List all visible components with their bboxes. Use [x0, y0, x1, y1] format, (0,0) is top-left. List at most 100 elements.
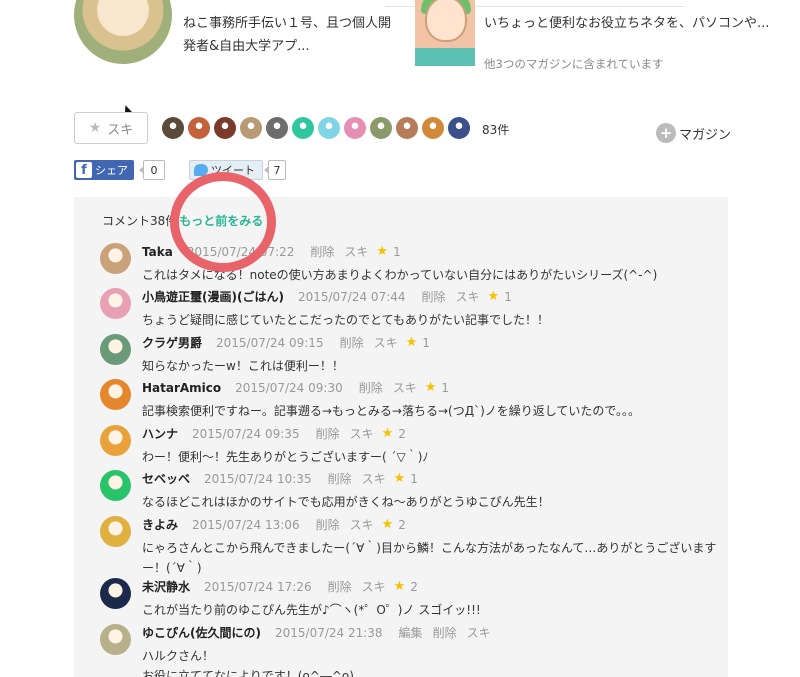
commenter-name[interactable]: 未沢静水	[142, 578, 190, 595]
liker-avatar[interactable]	[188, 117, 210, 139]
commenter-avatar[interactable]	[100, 243, 131, 274]
author-avatar[interactable]	[74, 0, 172, 64]
star-icon: ★	[487, 289, 500, 304]
comment-date: 2015/07/24 07:44	[297, 289, 406, 304]
magazine-count[interactable]: 他3つのマガジンに含まれています	[484, 56, 663, 72]
comment-like-link[interactable]: スキ	[350, 516, 374, 533]
like-button-label: スキ	[107, 122, 134, 138]
commenter-avatar[interactable]	[100, 470, 131, 501]
comment-body: なるほどこれはほかのサイトでも応用がきくね〜ありがとうゆこぴん先生！	[142, 495, 550, 509]
comment-header: ハンナ 2015/07/24 09:35 削除 スキ ★ 2	[142, 425, 406, 442]
comment-like-link[interactable]: スキ	[456, 288, 480, 305]
commenter-name[interactable]: きよみ	[142, 516, 178, 533]
comment-like-count: 2	[398, 517, 406, 532]
plus-icon: +	[656, 123, 676, 143]
comment-edit-link[interactable]: 編集	[399, 624, 423, 641]
comment-like-link[interactable]: スキ	[362, 470, 386, 487]
liker-avatar[interactable]	[422, 117, 444, 139]
liker-avatar[interactable]	[370, 117, 392, 139]
comment-like-link[interactable]: スキ	[344, 243, 368, 260]
comment-header: きよみ 2015/07/24 13:06 削除 スキ ★ 2	[142, 516, 406, 533]
comment-date: 2015/07/24 17:26	[204, 579, 312, 594]
comment-like-count: 1	[441, 380, 450, 395]
comment-like-link[interactable]: スキ	[350, 425, 374, 442]
comment-date: 2015/07/24 21:38	[274, 625, 383, 640]
share-count: 0	[139, 160, 165, 180]
liker-avatar[interactable]	[240, 117, 262, 139]
magazine-thumbnail[interactable]	[415, 0, 475, 66]
comment-delete-link[interactable]: 削除	[433, 624, 457, 641]
comment-header: セベッベ 2015/07/24 10:35 削除 スキ ★ 1	[142, 470, 418, 487]
comment-delete-link[interactable]: 削除	[328, 470, 352, 487]
comment-delete-link[interactable]: 削除	[316, 516, 340, 533]
comment-like-count: 1	[410, 471, 418, 486]
comment-body: これが当たり前のゆこぴん先生が♪⌒ヽ(*゜O゜)ノ スゴイッ!!!	[142, 603, 481, 617]
comment-like-count: 1	[504, 289, 512, 304]
tweet-count: 7	[264, 160, 286, 180]
commenter-avatar[interactable]	[100, 425, 131, 456]
add-to-magazine-button[interactable]: + マガジン	[656, 123, 731, 143]
commenter-name[interactable]: Taka	[142, 245, 173, 259]
comment-like-link[interactable]: スキ	[362, 578, 386, 595]
magazine-label: マガジン	[679, 127, 732, 143]
comment-header: ゆこぴん(佐久間にの) 2015/07/24 21:38 編集 削除 スキ	[142, 624, 491, 641]
comment-header: HatarAmico 2015/07/24 09:30 削除 スキ ★ 1	[142, 379, 449, 396]
liker-avatar[interactable]	[266, 117, 288, 139]
comment-delete-link[interactable]: 削除	[316, 425, 340, 442]
comment-date: 2015/07/24 10:35	[204, 471, 312, 486]
comment-delete-link[interactable]: 削除	[340, 334, 364, 351]
comment-date: 2015/07/24 09:30	[235, 380, 343, 395]
liker-avatar[interactable]	[448, 117, 470, 139]
commenter-avatar[interactable]	[100, 624, 131, 655]
comment-delete-link[interactable]: 削除	[359, 379, 383, 396]
comment-body: 記事検索便利ですねー。記事遡る→もっとみる→落ちる→(つД`)ノを繰り返していた…	[142, 404, 640, 418]
comment-date: 2015/07/24 09:35	[192, 426, 300, 441]
liker-avatar[interactable]	[318, 117, 340, 139]
comment-header: クラゲ男爵 2015/07/24 09:15 削除 スキ ★ 1	[142, 334, 430, 351]
like-count[interactable]: 83件	[482, 121, 509, 138]
liker-avatar[interactable]	[396, 117, 418, 139]
highlight-annotation-circle	[170, 172, 276, 272]
comment-like-link[interactable]: スキ	[467, 624, 491, 641]
comment-header: 小鳥遊正璽(漫画)(ごはん) 2015/07/24 07:44 削除 スキ ★ 1	[142, 288, 512, 305]
star-icon: ★	[376, 244, 389, 259]
comment-body: わー！便利〜！先生ありがとうございますー( ´▽｀)ﾉ	[142, 450, 429, 464]
comment-like-link[interactable]: スキ	[374, 334, 398, 351]
commenter-avatar[interactable]	[100, 379, 131, 410]
commenter-avatar[interactable]	[100, 288, 131, 319]
commenter-avatar[interactable]	[100, 334, 131, 365]
magazine-description[interactable]: いちょっと便利なお役立ちネタを、パソコンや...	[484, 12, 784, 35]
comment-delete-link[interactable]: 削除	[328, 578, 352, 595]
commenter-name[interactable]: ハンナ	[142, 425, 178, 442]
comment-body: ハルクさん！ お役に立ててなによりです！(o^―^o)	[142, 649, 354, 677]
liker-avatar[interactable]	[292, 117, 314, 139]
comment-header: 未沢静水 2015/07/24 17:26 削除 スキ ★ 2	[142, 578, 418, 595]
liker-avatar[interactable]	[214, 117, 236, 139]
comment-body: 知らなかったーw！これは便利ー！！	[142, 359, 344, 373]
comment-like-count: 2	[410, 579, 418, 594]
commenter-name[interactable]: 小鳥遊正璽(漫画)(ごはん)	[142, 288, 284, 305]
comment-like-count: 1	[422, 335, 430, 350]
commenter-avatar[interactable]	[100, 516, 131, 547]
star-icon: ★	[381, 517, 394, 532]
commenter-avatar[interactable]	[100, 578, 131, 609]
commenter-name[interactable]: ゆこぴん(佐久間にの)	[142, 624, 261, 641]
commenter-name[interactable]: HatarAmico	[142, 381, 221, 395]
liker-avatar[interactable]	[162, 117, 184, 139]
commenter-name[interactable]: セベッベ	[142, 470, 190, 487]
comment-like-count: 1	[393, 244, 401, 259]
author-description: ねこ事務所手伝い１号、且つ個人開発者&自由大学アプ...	[183, 16, 392, 54]
comment-delete-link[interactable]: 削除	[310, 243, 334, 260]
comment-delete-link[interactable]: 削除	[422, 288, 446, 305]
comment-date: 2015/07/24 09:15	[216, 335, 324, 350]
commenter-name[interactable]: クラゲ男爵	[142, 334, 202, 351]
facebook-share-button[interactable]: f シェア	[74, 160, 134, 180]
star-icon: ★	[393, 471, 406, 486]
star-icon: ★	[88, 120, 102, 136]
share-label: シェア	[95, 164, 128, 177]
facebook-icon: f	[76, 162, 92, 178]
liker-avatar[interactable]	[344, 117, 366, 139]
comment-like-link[interactable]: スキ	[393, 379, 417, 396]
like-button[interactable]: ★ スキ	[74, 112, 148, 144]
comment-count: コメント38件	[102, 214, 178, 228]
